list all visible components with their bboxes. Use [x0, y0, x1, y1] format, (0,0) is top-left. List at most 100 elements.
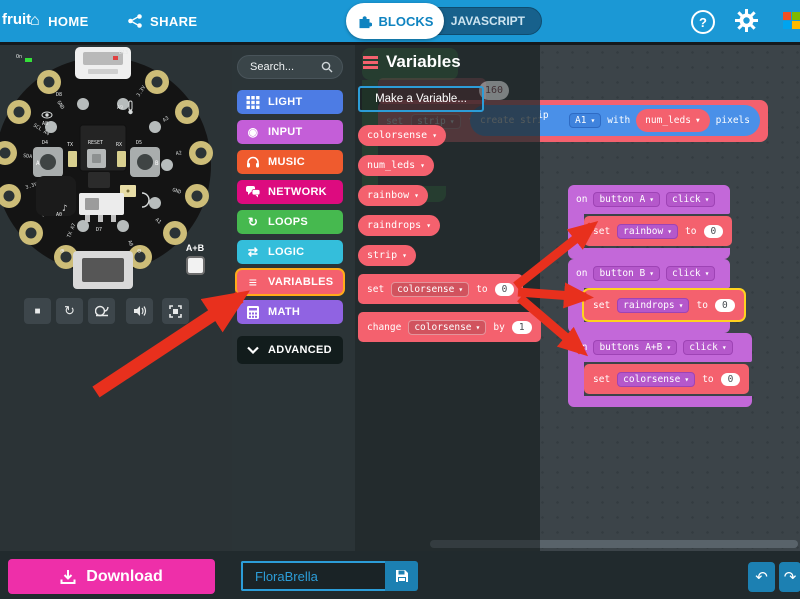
- value-field[interactable]: 0: [495, 283, 515, 296]
- on-keyword: on: [576, 194, 587, 205]
- set-keyword: set: [593, 300, 610, 311]
- make-variable-button[interactable]: Make a Variable...: [358, 86, 484, 112]
- button-dropdown[interactable]: button B▾: [593, 266, 660, 281]
- category-label: INPUT: [268, 126, 303, 138]
- board-label: D4: [42, 140, 48, 146]
- action-dropdown[interactable]: click▾: [666, 266, 715, 281]
- category-loops[interactable]: ↻ LOOPS: [237, 210, 343, 234]
- minus-mark: ⊖: [137, 247, 141, 255]
- variable-pill-rainbow[interactable]: rainbow▾: [358, 185, 428, 206]
- on-buttons-ab-block[interactable]: on buttons A+B▾ click▾ set colorsense▾ t…: [568, 333, 752, 407]
- change-keyword: change: [367, 322, 401, 333]
- num-leds-pill[interactable]: num_leds▾: [636, 109, 710, 132]
- music-note-icon: ♪: [62, 204, 67, 214]
- action-dropdown[interactable]: click▾: [666, 192, 715, 207]
- category-advanced[interactable]: ADVANCED: [237, 336, 343, 364]
- save-button[interactable]: [385, 561, 418, 591]
- ab-button[interactable]: [186, 256, 205, 275]
- set-strip-block[interactable]: set strip▾ to create strip on A1▾ with n…: [540, 98, 768, 144]
- board-label: D13: [119, 50, 128, 56]
- variable-pill-num-leds[interactable]: num_leds▾: [358, 155, 434, 176]
- to-keyword: to: [685, 226, 696, 237]
- mute-button[interactable]: [126, 298, 153, 324]
- variable-pill-colorsense[interactable]: colorsense▾: [358, 125, 446, 146]
- board-label: RESET: [88, 140, 103, 146]
- reset-button[interactable]: [87, 149, 106, 168]
- to-keyword: to: [696, 300, 707, 311]
- set-keyword: set: [593, 374, 610, 385]
- project-name-input[interactable]: [241, 561, 400, 591]
- var-dropdown[interactable]: colorsense▾: [408, 320, 486, 335]
- variable-pill-strip[interactable]: strip▾: [358, 245, 416, 266]
- category-input[interactable]: ◉ INPUT: [237, 120, 343, 144]
- share-label: SHARE: [150, 14, 198, 29]
- category-music[interactable]: MUSIC: [237, 150, 343, 174]
- set-rainbow-block[interactable]: set rainbow▾ to 0: [584, 216, 732, 246]
- category-label: VARIABLES: [268, 276, 333, 288]
- home-button[interactable]: ⌂ HOME: [30, 8, 89, 34]
- ab-button-group: A+B: [180, 243, 210, 275]
- value-field[interactable]: 1: [512, 321, 532, 334]
- download-button[interactable]: Download: [8, 559, 215, 594]
- category-math[interactable]: MATH: [237, 300, 343, 324]
- button-a[interactable]: A: [33, 147, 63, 177]
- board-label: D5: [136, 140, 142, 146]
- value-field[interactable]: 0: [721, 373, 741, 386]
- shuffle-icon: ⇄: [246, 246, 260, 258]
- fullscreen-button[interactable]: [162, 298, 189, 324]
- undo-button[interactable]: ↶: [748, 562, 775, 592]
- category-label: ADVANCED: [268, 344, 332, 356]
- category-logic[interactable]: ⇄ LOGIC: [237, 240, 343, 264]
- value-field[interactable]: 0: [715, 299, 735, 312]
- help-button[interactable]: ?: [691, 10, 715, 34]
- rx-component: [117, 151, 126, 167]
- tx-component: [68, 151, 77, 167]
- board-label: A0: [56, 212, 62, 218]
- var-dropdown[interactable]: colorsense▾: [391, 282, 469, 297]
- set-raindrops-block-highlighted[interactable]: set raindrops▾ to 0: [584, 290, 744, 320]
- calculator-icon: [246, 306, 260, 319]
- set-colorsense-block[interactable]: set colorsense▾ to 0: [584, 364, 749, 394]
- category-label: LIGHT: [268, 96, 303, 108]
- category-label: NETWORK: [268, 186, 327, 198]
- restart-button[interactable]: ↻: [56, 298, 83, 324]
- button-dropdown[interactable]: buttons A+B▾: [593, 340, 677, 355]
- var-dropdown[interactable]: colorsense▾: [617, 372, 695, 387]
- chat-icon: [246, 186, 260, 198]
- pin-dropdown[interactable]: A1▾: [569, 113, 601, 128]
- flyout-set-block[interactable]: set colorsense▾ to 0: [358, 274, 523, 304]
- hamburger-icon: ≡: [246, 275, 260, 289]
- speaker-buzzer: [36, 176, 76, 216]
- flyout-change-block[interactable]: change colorsense▾ by 1: [358, 312, 541, 342]
- var-dropdown[interactable]: raindrops▾: [617, 298, 689, 313]
- redo-button[interactable]: ↷: [779, 562, 800, 592]
- action-dropdown[interactable]: click▾: [683, 340, 732, 355]
- var-dropdown[interactable]: rainbow▾: [617, 224, 678, 239]
- button-b[interactable]: B: [130, 147, 160, 177]
- on-button-b-block[interactable]: on button B▾ click▾ set raindrops▾ to 0: [568, 259, 730, 333]
- share-button[interactable]: SHARE: [128, 8, 198, 34]
- category-network[interactable]: NETWORK: [237, 180, 343, 204]
- variable-pill-raindrops[interactable]: raindrops▾: [358, 215, 440, 236]
- create-strip-block[interactable]: create strip on A1▾ with num_leds▾ pixel…: [540, 105, 760, 136]
- set-strip-block-visible: set strip▾ to create strip on A1▾ with n…: [540, 98, 772, 144]
- to-keyword: to: [476, 284, 487, 295]
- settings-gear-icon[interactable]: [735, 9, 758, 32]
- value-field[interactable]: 0: [704, 225, 724, 238]
- category-label: MUSIC: [268, 156, 305, 168]
- fullscreen-icon: [169, 305, 182, 318]
- workspace-horizontal-scrollbar[interactable]: [430, 540, 798, 548]
- slow-mo-button[interactable]: [88, 298, 115, 324]
- set-keyword: set: [593, 226, 610, 237]
- board-label: A8: [42, 121, 48, 127]
- tab-blocks[interactable]: BLOCKS: [346, 3, 444, 39]
- category-variables[interactable]: ≡ VARIABLES: [237, 270, 343, 294]
- headphones-icon: [246, 156, 260, 168]
- button-dropdown[interactable]: button A▾: [593, 192, 660, 207]
- stop-button[interactable]: ■: [24, 298, 51, 324]
- javascript-label: JAVASCRIPT: [451, 14, 525, 28]
- on-button-a-block[interactable]: on button A▾ click▾ set rainbow▾ to 0: [568, 185, 730, 259]
- category-light[interactable]: LIGHT: [237, 90, 343, 114]
- search-input[interactable]: Search...: [237, 55, 343, 79]
- search-icon: [321, 61, 333, 73]
